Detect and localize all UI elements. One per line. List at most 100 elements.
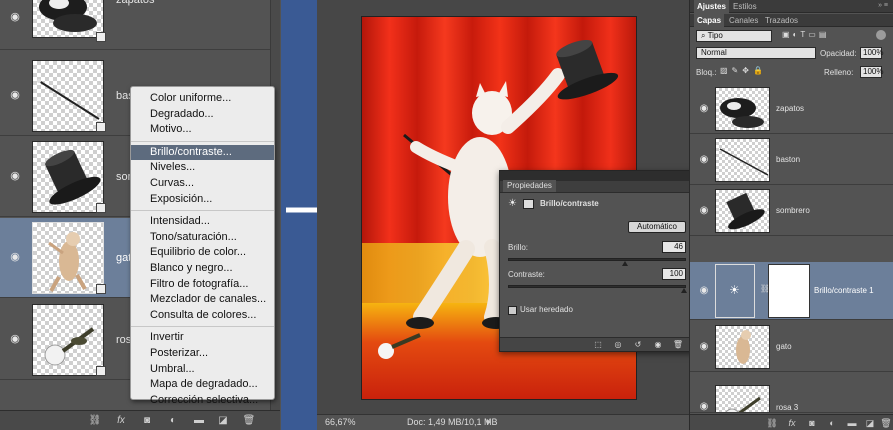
eye-icon[interactable]: ◉	[8, 332, 22, 346]
menu-item-color-lookup[interactable]: Consulta de colores...	[131, 308, 274, 324]
menu-item-invert[interactable]: Invertir	[131, 330, 274, 346]
delete-icon[interactable]: 🗑	[672, 339, 684, 351]
doc-size: Doc: 1,49 MB/10,1 MB	[407, 417, 498, 427]
mask-icon[interactable]: ◙	[140, 414, 154, 428]
eye-icon[interactable]: ◉	[8, 10, 22, 24]
opacity-input[interactable]: 100%	[860, 47, 883, 59]
menu-item-channel-mixer[interactable]: Mezclador de canales...	[131, 292, 274, 308]
tab-paths[interactable]: Trazados	[762, 14, 801, 27]
menu-separator	[131, 326, 274, 328]
menu-item-color-balance[interactable]: Equilibrio de color...	[131, 245, 274, 261]
layer-thumbnail	[32, 141, 104, 213]
trash-icon[interactable]: 🗑	[880, 417, 892, 429]
layer-row-rosa-3[interactable]: ◉ rosa 3	[690, 373, 893, 413]
filter-type-select[interactable]: ⌕ Tipo	[696, 30, 772, 42]
eye-icon[interactable]: ◉	[8, 88, 22, 102]
eye-icon[interactable]: ◉	[698, 205, 710, 217]
lock-options-icons[interactable]: ▨✎✥🔒	[720, 66, 767, 75]
status-menu-arrow-icon[interactable]	[487, 419, 491, 425]
tab-layers[interactable]: Capas	[694, 14, 725, 27]
smart-object-badge	[96, 32, 106, 42]
adjustment-layer-icon[interactable]: ◐	[826, 417, 838, 429]
contrast-slider[interactable]	[508, 285, 687, 293]
cat-icon	[48, 232, 87, 292]
layer-row-zapatos[interactable]: ◉ zapatos	[0, 0, 270, 50]
fill-input[interactable]: 100%	[860, 66, 883, 78]
brightness-slider[interactable]	[508, 258, 686, 266]
brightness-input[interactable]: 46	[662, 241, 686, 253]
top-hat-icon	[726, 192, 765, 230]
menu-item-posterize[interactable]: Posterizar...	[131, 346, 274, 362]
trash-icon[interactable]: 🗑	[242, 414, 256, 428]
layer-row-gato[interactable]: ◉ gato	[690, 322, 893, 372]
menu-item-solid-color[interactable]: Color uniforme...	[131, 91, 274, 107]
new-layer-icon[interactable]: ◪	[216, 414, 230, 428]
eye-icon[interactable]: ◉	[8, 250, 22, 264]
zoom-level[interactable]: 66,67%	[325, 415, 356, 430]
adjustment-layer-icon[interactable]: ◐	[166, 414, 180, 428]
mask-icon[interactable]: ◙	[806, 417, 818, 429]
menu-separator	[131, 210, 274, 212]
layer-row-brightness-contrast[interactable]: ◉ ☀ ⛓ Brillo/contraste 1	[690, 262, 893, 320]
eye-icon[interactable]: ◉	[698, 285, 710, 297]
layer-thumbnail	[32, 0, 104, 38]
menu-item-hue-saturation[interactable]: Tono/saturación...	[131, 230, 274, 246]
menu-separator	[131, 140, 274, 142]
link-icon[interactable]: ⛓	[88, 414, 102, 428]
auto-button[interactable]: Automático	[628, 221, 686, 233]
fx-icon[interactable]: fx	[786, 417, 798, 429]
smart-object-badge	[96, 122, 106, 132]
layer-thumbnail	[715, 189, 770, 233]
menu-item-brightness-contrast[interactable]: Brillo/contraste...	[131, 144, 274, 161]
menu-item-pattern[interactable]: Motivo...	[131, 122, 274, 138]
tab-styles[interactable]: Estilos	[730, 0, 760, 13]
menu-item-black-white[interactable]: Blanco y negro...	[131, 261, 274, 277]
contrast-slider-handle[interactable]	[681, 288, 687, 293]
blend-mode-select[interactable]: Normal	[696, 47, 816, 59]
link-icon[interactable]: ⛓	[766, 417, 778, 429]
reset-icon[interactable]: ↺	[632, 339, 644, 351]
tab-adjustments[interactable]: Ajustes	[694, 0, 729, 13]
layer-row-baston[interactable]: ◉ baston	[690, 135, 893, 185]
layer-mask-thumbnail[interactable]	[768, 264, 810, 318]
use-legacy-checkbox[interactable]	[508, 306, 517, 315]
folder-icon[interactable]: ▬	[192, 414, 206, 428]
visibility-eye-icon[interactable]: ◉	[652, 339, 664, 351]
new-layer-icon[interactable]: ◪	[864, 417, 876, 429]
menu-item-curves[interactable]: Curvas...	[131, 176, 274, 192]
eye-icon[interactable]: ◉	[698, 103, 710, 115]
view-previous-icon[interactable]: ◎	[612, 339, 624, 351]
folder-icon[interactable]: ▬	[846, 417, 858, 429]
brightness-slider-handle[interactable]	[622, 261, 629, 266]
layer-row-zapatos[interactable]: ◉ zapatos	[690, 84, 893, 134]
fx-icon[interactable]: fx	[114, 414, 128, 428]
filter-toggle-icon[interactable]	[876, 30, 886, 40]
eye-icon[interactable]: ◉	[698, 401, 710, 412]
panel-menu-icon[interactable]: » ≡	[878, 2, 888, 9]
layers-panel-right: Ajustes Estilos » ≡ Capas Canales Trazad…	[689, 0, 893, 430]
cane-icon	[37, 79, 100, 120]
menu-item-threshold[interactable]: Umbral...	[131, 362, 274, 378]
layer-name: rosa 3	[776, 403, 799, 412]
layer-filter-icons[interactable]: ▣◐T▭▤	[782, 30, 829, 39]
menu-item-gradient-map[interactable]: Mapa de degradado...	[131, 377, 274, 393]
use-legacy-label: Usar heredado	[520, 305, 573, 314]
layer-row-sombrero[interactable]: ◉ sombrero	[690, 186, 893, 236]
eye-icon[interactable]: ◉	[698, 341, 710, 353]
menu-item-gradient[interactable]: Degradado...	[131, 107, 274, 123]
tab-channels[interactable]: Canales	[726, 14, 761, 27]
menu-item-vibrance[interactable]: Intensidad...	[131, 214, 274, 230]
contrast-input[interactable]: 100	[662, 268, 686, 280]
menu-item-photo-filter[interactable]: Filtro de fotografía...	[131, 277, 274, 293]
eye-icon[interactable]: ◉	[8, 169, 22, 183]
layer-thumbnail	[32, 222, 104, 294]
menu-item-exposure[interactable]: Exposición...	[131, 192, 274, 208]
menu-item-levels[interactable]: Niveles...	[131, 160, 274, 176]
eye-icon[interactable]: ◉	[698, 154, 710, 166]
mask-thumbnail-icon[interactable]	[523, 199, 534, 209]
layer-thumbnail	[32, 60, 104, 132]
cane-icon	[719, 148, 769, 176]
clip-to-layer-icon[interactable]: ⬚	[592, 339, 604, 351]
tab-properties[interactable]: Propiedades	[503, 180, 556, 192]
menu-item-selective-color[interactable]: Corrección selectiva...	[131, 393, 274, 409]
